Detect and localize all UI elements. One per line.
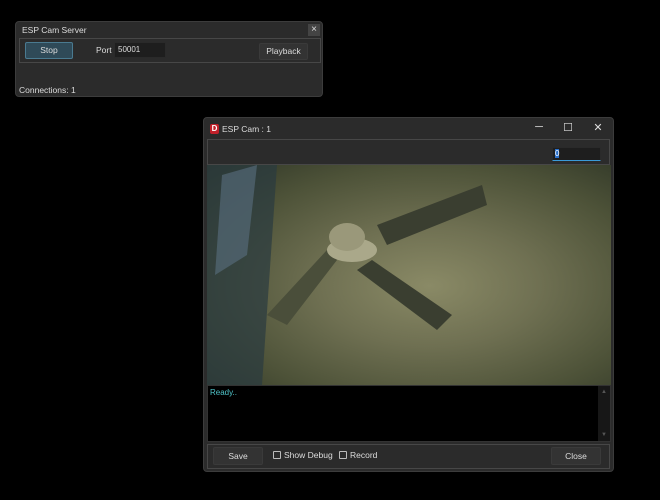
port-input[interactable]: 50001 [114, 42, 166, 58]
maximize-button[interactable]: ☐ [559, 121, 577, 134]
playback-button[interactable]: Playback [259, 43, 308, 60]
camera-view [207, 165, 611, 385]
checkbox-icon [273, 451, 281, 459]
close-window-button[interactable]: ✕ [589, 121, 607, 134]
log-scrollbar[interactable]: ▲ ▼ [598, 386, 610, 441]
log-text: Ready.. [210, 388, 237, 397]
title-bar: D ESP Cam : 1 [204, 118, 613, 139]
record-label: Record [350, 450, 378, 460]
show-debug-checkbox[interactable]: Show Debug [273, 450, 333, 460]
log-area[interactable]: Ready.. ▲ ▼ [207, 385, 611, 442]
minimize-button[interactable]: ─ [530, 121, 548, 133]
stop-button[interactable]: Stop [25, 42, 73, 59]
close-button[interactable]: Close [551, 447, 601, 465]
esp-cam-server-window: ESP Cam Server × Stop Port 50001 Playbac… [15, 21, 323, 97]
bottom-panel [207, 444, 610, 469]
port-label: Port [96, 45, 112, 55]
scroll-up-icon[interactable]: ▲ [598, 389, 610, 395]
window-title: ESP Cam Server [22, 25, 87, 35]
show-debug-label: Show Debug [284, 450, 333, 460]
window-title: ESP Cam : 1 [222, 123, 271, 134]
record-checkbox[interactable]: Record [339, 450, 377, 460]
close-button[interactable]: × [308, 24, 320, 36]
checkbox-icon [339, 451, 347, 459]
esp-cam-window: D ESP Cam : 1 ─ ☐ ✕ 0 Ready.. ▲ ▼ Save S… [203, 117, 614, 472]
save-button[interactable]: Save [213, 447, 263, 465]
ceiling-fan-image [207, 165, 487, 385]
frame-input[interactable]: 0 [552, 147, 601, 161]
app-icon: D [210, 123, 219, 134]
connections-status: Connections: 1 [19, 85, 76, 95]
title-bar: ESP Cam Server [16, 22, 322, 38]
top-panel [207, 139, 610, 165]
frame-value: 0 [555, 149, 560, 158]
scroll-down-icon[interactable]: ▼ [598, 432, 610, 438]
